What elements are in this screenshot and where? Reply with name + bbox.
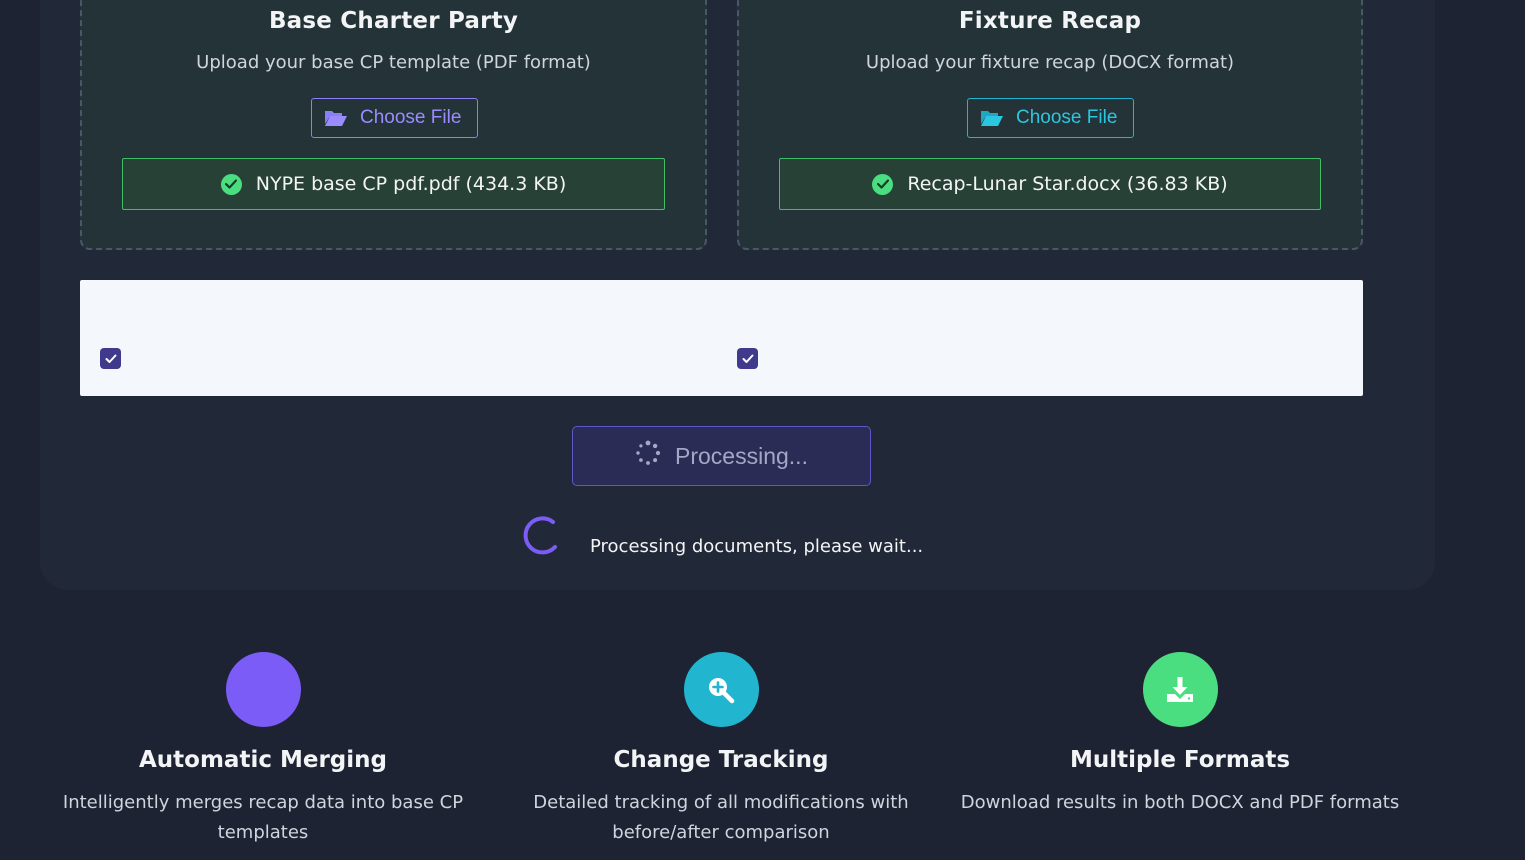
feature-multiple-formats: Multiple Formats Download results in bot…	[950, 652, 1410, 818]
fixture-recap-title: Fixture Recap	[958, 8, 1142, 34]
base-cp-choose-file-label: Choose File	[360, 107, 462, 128]
download-icon	[1142, 652, 1218, 727]
feature-description: Detailed tracking of all modifications w…	[533, 792, 909, 843]
feature-description: Intelligently merges recap data into bas…	[62, 792, 464, 843]
base-cp-description: Upload your base CP template (PDF format…	[196, 52, 591, 73]
folder-open-icon	[324, 109, 348, 127]
base-cp-file-status: NYPE base CP pdf.pdf (434.3 KB)	[122, 158, 665, 210]
options-panel	[80, 280, 1363, 396]
fixture-recap-file-status: Recap-Lunar Star.docx (36.83 KB)	[779, 158, 1321, 210]
check-circle-icon	[220, 173, 242, 195]
base-cp-choose-file-button[interactable]: Choose File	[311, 98, 478, 138]
feature-automatic-merging: Automatic Merging Intelligently merges r…	[33, 652, 493, 848]
base-cp-file-name: NYPE base CP pdf.pdf (434.3 KB)	[255, 173, 567, 195]
option-checkbox-1[interactable]	[100, 348, 121, 369]
feature-title: Change Tracking	[613, 747, 829, 773]
spinner-dots-icon	[635, 440, 661, 472]
search-plus-icon	[683, 652, 759, 727]
loading-indicator: Processing documents, please wait...	[520, 515, 923, 559]
fixture-recap-file-name: Recap-Lunar Star.docx (36.83 KB)	[907, 173, 1228, 195]
fixture-recap-upload-section: Fixture Recap Upload your fixture recap …	[737, 0, 1363, 250]
feature-title: Automatic Merging	[139, 747, 387, 773]
base-cp-title: Base Charter Party	[268, 8, 519, 34]
base-cp-upload-section: Base Charter Party Upload your base CP t…	[80, 0, 707, 250]
fixture-recap-description: Upload your fixture recap (DOCX format)	[865, 52, 1235, 73]
folder-open-icon	[980, 109, 1004, 127]
fixture-recap-choose-file-label: Choose File	[1016, 107, 1118, 128]
feature-change-tracking: Change Tracking Detailed tracking of all…	[491, 652, 951, 848]
checkmark-icon	[105, 354, 116, 363]
option-checkbox-2[interactable]	[737, 348, 758, 369]
loading-spinner-icon	[520, 514, 562, 560]
feature-title: Multiple Formats	[1069, 747, 1291, 773]
feature-description: Download results in both DOCX and PDF fo…	[960, 792, 1400, 813]
process-button[interactable]: Processing...	[572, 426, 871, 486]
loading-text: Processing documents, please wait...	[590, 535, 924, 557]
process-button-label: Processing...	[675, 442, 808, 469]
merge-icon	[225, 652, 301, 727]
checkmark-icon	[742, 354, 753, 363]
check-circle-icon	[872, 173, 894, 195]
fixture-recap-choose-file-button[interactable]: Choose File	[967, 98, 1134, 138]
